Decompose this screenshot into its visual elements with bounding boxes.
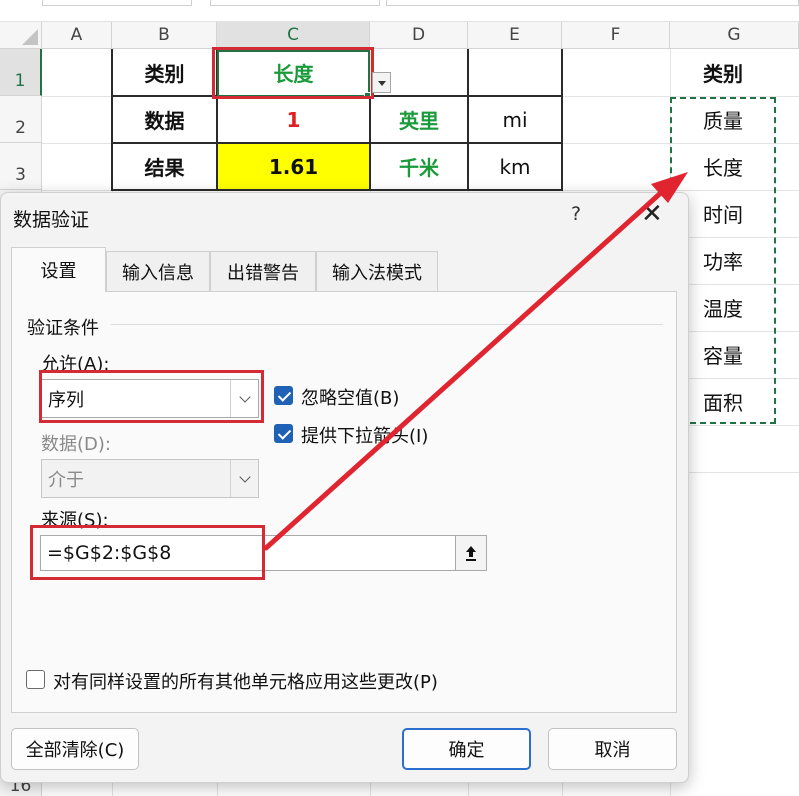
annotation-arrow <box>263 172 688 551</box>
tab-settings[interactable]: 设置 <box>11 247 106 292</box>
